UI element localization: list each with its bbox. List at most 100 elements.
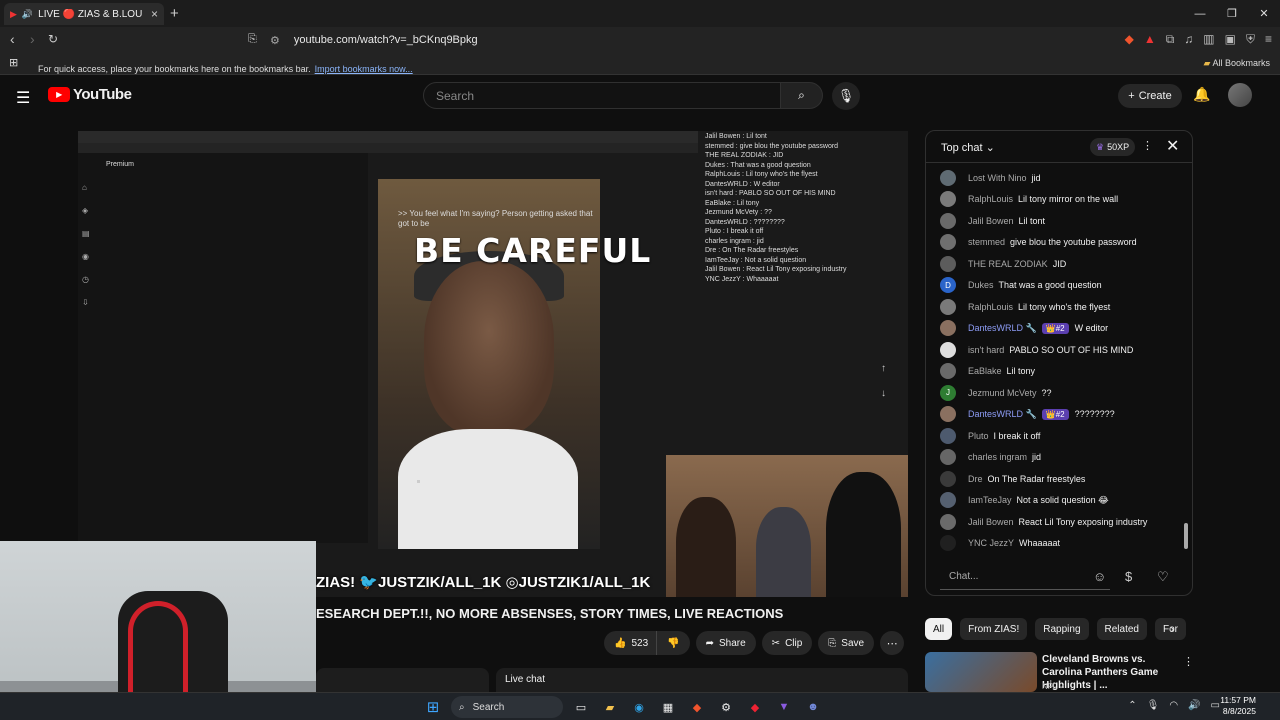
chat-avatar[interactable]: [940, 341, 956, 358]
tray-chevron-icon[interactable]: ⌃: [1128, 700, 1136, 711]
chat-author[interactable]: DantesWRLD 🔧: [968, 409, 1037, 420]
forward-icon[interactable]: ›: [30, 31, 35, 47]
account-avatar[interactable]: [1228, 83, 1252, 107]
all-bookmarks-button[interactable]: ▰ All Bookmarks: [1204, 58, 1270, 69]
chat-avatar[interactable]: [940, 169, 956, 186]
site-info-icon[interactable]: ⚙: [270, 34, 280, 47]
windows-start-icon[interactable]: ⊞: [422, 696, 444, 718]
red-app-icon[interactable]: ◆: [744, 696, 766, 718]
reload-icon[interactable]: ↻: [48, 32, 58, 46]
volume-icon[interactable]: 🔊: [1188, 700, 1200, 711]
chat-message[interactable]: D Dukes That was a good question: [940, 275, 1180, 297]
wifi-icon[interactable]: ◠: [1169, 700, 1178, 711]
chat-message[interactable]: RalphLouis Lil tony mirror on the wall: [940, 189, 1180, 211]
browser-tab[interactable]: ▶ 🔊 LIVE 🔴 ZIAS & B.LOU II ×: [4, 3, 164, 25]
chat-message[interactable]: EaBlake Lil tony: [940, 361, 1180, 383]
chat-menu-icon[interactable]: ⋮: [1142, 139, 1153, 152]
more-actions-button[interactable]: ⋯: [880, 631, 905, 655]
chat-message[interactable]: IamTeeJay Not a solid question 😂: [940, 490, 1180, 512]
video-player[interactable]: Premium ⌂ ◈ ▤ ◉ ◷ ⇩ >> You feel what I'm…: [78, 131, 908, 597]
chat-avatar[interactable]: [940, 234, 956, 251]
video-thumbnail[interactable]: [925, 652, 1037, 692]
vpn-app-icon[interactable]: ▼: [773, 696, 795, 718]
emoji-icon[interactable]: ☺: [1093, 569, 1106, 584]
apps-icon[interactable]: ⊞: [9, 56, 18, 69]
share-button[interactable]: ➦ Share: [695, 631, 756, 655]
chat-avatar[interactable]: J: [940, 384, 956, 401]
chat-message[interactable]: J Jezmund McVety??: [940, 382, 1180, 404]
chat-author[interactable]: charles ingram: [968, 452, 1027, 462]
chat-author[interactable]: EaBlake: [968, 366, 1002, 376]
chat-avatar[interactable]: [940, 492, 956, 509]
search-input[interactable]: Search: [423, 82, 781, 109]
chat-avatar[interactable]: [940, 191, 956, 208]
super-chat-icon[interactable]: $: [1125, 569, 1132, 584]
heart-icon[interactable]: ♡: [1157, 569, 1169, 585]
close-window-icon[interactable]: ✕: [1248, 0, 1280, 27]
chat-author[interactable]: isn't hard: [968, 345, 1004, 355]
minimize-icon[interactable]: —: [1184, 0, 1216, 27]
channel-name[interactable]: NFL ✓: [1042, 682, 1066, 691]
chat-message[interactable]: Jalil Bowen Lil tont: [940, 210, 1180, 232]
voice-search-button[interactable]: 🎙: [832, 82, 860, 110]
chat-author[interactable]: Pluto: [968, 431, 989, 441]
chat-avatar[interactable]: [940, 449, 956, 466]
chat-message[interactable]: DantesWRLD 🔧 👑#2????????: [940, 404, 1180, 426]
chat-avatar[interactable]: [940, 535, 956, 552]
scrollbar-thumb[interactable]: [1184, 523, 1188, 549]
live-chat-replay-tab[interactable]: Live chat: [496, 668, 908, 692]
dislike-button[interactable]: 👎: [656, 631, 690, 655]
chat-message[interactable]: charles ingram jid: [940, 447, 1180, 469]
notifications-bell-icon[interactable]: 🔔: [1193, 86, 1210, 103]
chat-message[interactable]: stemmed give blou the youtube password: [940, 232, 1180, 254]
store-icon[interactable]: ▦: [657, 696, 679, 718]
create-button[interactable]: + Create: [1118, 84, 1182, 108]
like-button[interactable]: 👍 523: [604, 631, 657, 655]
chat-author[interactable]: RalphLouis: [968, 194, 1013, 204]
chat-author[interactable]: IamTeeJay: [968, 495, 1012, 505]
clock[interactable]: 11:57 PM 8/8/2025: [1220, 695, 1256, 717]
audio-icon[interactable]: 🔊: [22, 9, 33, 20]
filter-chip[interactable]: All: [925, 618, 953, 640]
close-chat-icon[interactable]: ✕: [1166, 136, 1179, 156]
clip-button[interactable]: ✂ Clip: [761, 631, 813, 655]
chat-message[interactable]: DantesWRLD 🔧 👑#2 W editor: [940, 318, 1180, 340]
chat-author[interactable]: YNC JezzY: [968, 538, 1014, 548]
xp-badge[interactable]: ♛ 50XP: [1090, 138, 1136, 156]
save-button[interactable]: ⎘ Save: [818, 631, 875, 655]
rewards-icon[interactable]: ▲: [1144, 32, 1156, 47]
chat-message[interactable]: Lost With Nino jid: [940, 167, 1180, 189]
vpn-icon[interactable]: ⛨: [1246, 32, 1255, 47]
chat-author[interactable]: Jalil Bowen: [968, 517, 1014, 527]
filter-chip[interactable]: From ZIAS!: [960, 618, 1028, 640]
battery-icon[interactable]: ▭: [1211, 700, 1220, 711]
extensions-icon[interactable]: ⧉: [1166, 32, 1175, 47]
import-bookmarks-link[interactable]: Import bookmarks now...: [315, 64, 413, 74]
search-button[interactable]: ⌕: [781, 82, 823, 109]
youtube-logo[interactable]: ▶ YouTube: [48, 86, 132, 103]
chat-message[interactable]: Dre On The Radar freestyles: [940, 468, 1180, 490]
chat-avatar[interactable]: D: [940, 277, 956, 294]
chat-message[interactable]: RalphLouis Lil tony who's the flyest: [940, 296, 1180, 318]
recommended-video[interactable]: Cleveland Browns vs. Carolina Panthers G…: [925, 652, 1265, 692]
chat-author[interactable]: Jalil Bowen: [968, 216, 1014, 226]
chat-scrollbar[interactable]: [1184, 171, 1188, 551]
sidebar-icon[interactable]: ▥: [1203, 32, 1214, 47]
chat-author[interactable]: Lost With Nino: [968, 173, 1027, 183]
video-options-icon[interactable]: ⋮: [1183, 655, 1194, 668]
back-icon[interactable]: ‹: [10, 31, 15, 47]
brave-shield-icon[interactable]: ◆: [1125, 32, 1134, 47]
chat-avatar[interactable]: [940, 212, 956, 229]
chips-next-icon[interactable]: ›: [1170, 621, 1174, 636]
chat-author[interactable]: DantesWRLD 🔧: [968, 323, 1037, 334]
chat-author[interactable]: Dukes: [968, 280, 994, 290]
chat-avatar[interactable]: [940, 406, 956, 423]
chat-message[interactable]: YNC JezzY Whaaaaat: [940, 533, 1180, 555]
mic-tray-icon[interactable]: 🎙: [1147, 700, 1160, 711]
chat-author[interactable]: Dre: [968, 474, 983, 484]
chat-author[interactable]: THE REAL ZODIAK: [968, 259, 1048, 269]
url-field[interactable]: ⚙ youtube.com/watch?v=_bCKnq9Bpkg: [270, 30, 990, 50]
restore-icon[interactable]: ❐: [1216, 0, 1248, 27]
media-icon[interactable]: ♫: [1184, 32, 1193, 47]
discord-icon[interactable]: ☻: [802, 696, 824, 718]
